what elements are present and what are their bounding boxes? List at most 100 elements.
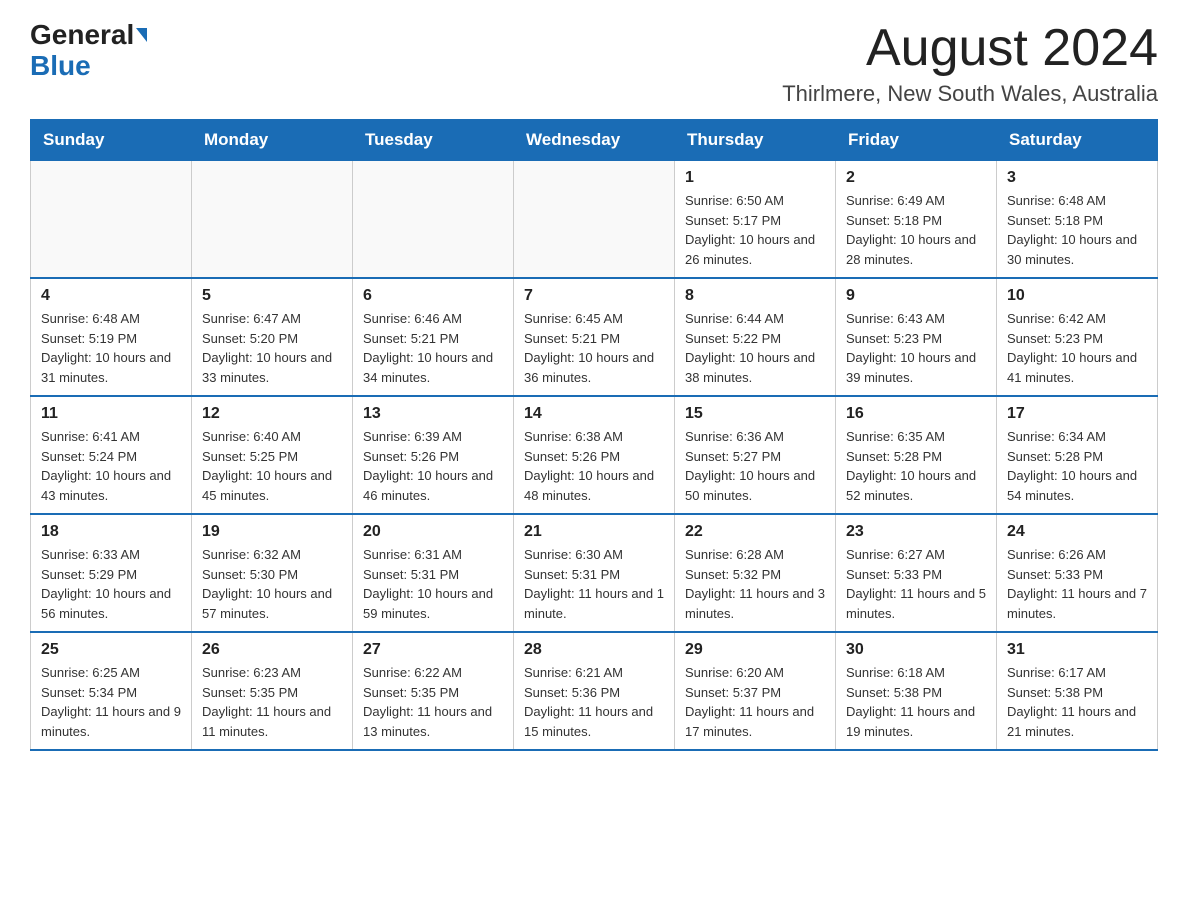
day-number: 20 (363, 523, 503, 541)
day-info: Sunrise: 6:46 AMSunset: 5:21 PMDaylight:… (363, 309, 503, 387)
calendar-week-row: 1 Sunrise: 6:50 AMSunset: 5:17 PMDaylight… (31, 161, 1158, 279)
calendar-cell: 4 Sunrise: 6:48 AMSunset: 5:19 PMDaylight… (31, 278, 192, 396)
calendar-week-row: 25 Sunrise: 6:25 AMSunset: 5:34 PMDayligh… (31, 632, 1158, 750)
day-info: Sunrise: 6:48 AMSunset: 5:19 PMDaylight:… (41, 309, 181, 387)
day-number: 19 (202, 523, 342, 541)
day-number: 24 (1007, 523, 1147, 541)
calendar-cell: 5Sunrise: 6:47 AMSunset: 5:20 PMDaylight… (192, 278, 353, 396)
day-info: Sunrise: 6:28 AMSunset: 5:32 PMDaylight:… (685, 545, 825, 623)
day-info: Sunrise: 6:30 AMSunset: 5:31 PMDaylight:… (524, 545, 664, 623)
calendar-cell: 9Sunrise: 6:43 AMSunset: 5:23 PMDaylight… (836, 278, 997, 396)
calendar-cell: 18 Sunrise: 6:33 AMSunset: 5:29 PMDayligh… (31, 514, 192, 632)
calendar-cell: 28 Sunrise: 6:21 AMSunset: 5:36 PMDayligh… (514, 632, 675, 750)
day-number: 1 (685, 169, 825, 187)
day-info: Sunrise: 6:26 AMSunset: 5:33 PMDaylight:… (1007, 545, 1147, 623)
day-info: Sunrise: 6:25 AMSunset: 5:34 PMDaylight:… (41, 663, 181, 741)
day-info: Sunrise: 6:48 AMSunset: 5:18 PMDaylight:… (1007, 191, 1147, 269)
day-info: Sunrise: 6:27 AMSunset: 5:33 PMDaylight:… (846, 545, 986, 623)
day-number: 22 (685, 523, 825, 541)
calendar-cell: 23Sunrise: 6:27 AMSunset: 5:33 PMDayligh… (836, 514, 997, 632)
calendar-cell: 14Sunrise: 6:38 AMSunset: 5:26 PMDayligh… (514, 396, 675, 514)
title-block: August 2024 Thirlmere, New South Wales, … (782, 20, 1158, 107)
day-info: Sunrise: 6:34 AMSunset: 5:28 PMDaylight:… (1007, 427, 1147, 505)
calendar-cell: 27Sunrise: 6:22 AMSunset: 5:35 PMDayligh… (353, 632, 514, 750)
day-info: Sunrise: 6:23 AMSunset: 5:35 PMDaylight:… (202, 663, 342, 741)
col-header-thursday: Thursday (675, 120, 836, 161)
day-info: Sunrise: 6:21 AMSunset: 5:36 PMDaylight:… (524, 663, 664, 741)
day-number: 28 (524, 641, 664, 659)
calendar-cell: 19 Sunrise: 6:32 AMSunset: 5:30 PMDayligh… (192, 514, 353, 632)
calendar-cell: 6 Sunrise: 6:46 AMSunset: 5:21 PMDaylight… (353, 278, 514, 396)
day-info: Sunrise: 6:40 AMSunset: 5:25 PMDaylight:… (202, 427, 342, 505)
day-number: 3 (1007, 169, 1147, 187)
calendar-header-row: SundayMondayTuesdayWednesdayThursdayFrid… (31, 120, 1158, 161)
logo-general-text: General (30, 20, 134, 51)
calendar-cell: 1 Sunrise: 6:50 AMSunset: 5:17 PMDaylight… (675, 161, 836, 279)
calendar-cell: 21 Sunrise: 6:30 AMSunset: 5:31 PMDayligh… (514, 514, 675, 632)
day-info: Sunrise: 6:31 AMSunset: 5:31 PMDaylight:… (363, 545, 503, 623)
day-number: 29 (685, 641, 825, 659)
calendar-cell: 8Sunrise: 6:44 AMSunset: 5:22 PMDaylight… (675, 278, 836, 396)
day-info: Sunrise: 6:22 AMSunset: 5:35 PMDaylight:… (363, 663, 503, 741)
day-number: 11 (41, 405, 181, 423)
calendar-cell (514, 161, 675, 279)
day-info: Sunrise: 6:47 AMSunset: 5:20 PMDaylight:… (202, 309, 342, 387)
day-info: Sunrise: 6:20 AMSunset: 5:37 PMDaylight:… (685, 663, 825, 741)
day-number: 31 (1007, 641, 1147, 659)
day-info: Sunrise: 6:49 AMSunset: 5:18 PMDaylight:… (846, 191, 986, 269)
day-number: 4 (41, 287, 181, 305)
calendar-cell: 3 Sunrise: 6:48 AMSunset: 5:18 PMDaylight… (997, 161, 1158, 279)
col-header-monday: Monday (192, 120, 353, 161)
day-info: Sunrise: 6:43 AMSunset: 5:23 PMDaylight:… (846, 309, 986, 387)
col-header-wednesday: Wednesday (514, 120, 675, 161)
day-number: 13 (363, 405, 503, 423)
day-number: 10 (1007, 287, 1147, 305)
day-info: Sunrise: 6:32 AMSunset: 5:30 PMDaylight:… (202, 545, 342, 623)
calendar-week-row: 4 Sunrise: 6:48 AMSunset: 5:19 PMDaylight… (31, 278, 1158, 396)
calendar-cell: 25 Sunrise: 6:25 AMSunset: 5:34 PMDayligh… (31, 632, 192, 750)
calendar-cell: 11Sunrise: 6:41 AMSunset: 5:24 PMDayligh… (31, 396, 192, 514)
calendar-cell: 30Sunrise: 6:18 AMSunset: 5:38 PMDayligh… (836, 632, 997, 750)
day-number: 21 (524, 523, 664, 541)
calendar-cell: 17 Sunrise: 6:34 AMSunset: 5:28 PMDayligh… (997, 396, 1158, 514)
day-number: 18 (41, 523, 181, 541)
day-number: 15 (685, 405, 825, 423)
page-header: General Blue August 2024 Thirlmere, New … (30, 20, 1158, 107)
calendar-cell: 31 Sunrise: 6:17 AMSunset: 5:38 PMDayligh… (997, 632, 1158, 750)
calendar-cell: 7 Sunrise: 6:45 AMSunset: 5:21 PMDaylight… (514, 278, 675, 396)
day-info: Sunrise: 6:35 AMSunset: 5:28 PMDaylight:… (846, 427, 986, 505)
day-number: 30 (846, 641, 986, 659)
day-number: 12 (202, 405, 342, 423)
day-number: 17 (1007, 405, 1147, 423)
day-info: Sunrise: 6:17 AMSunset: 5:38 PMDaylight:… (1007, 663, 1147, 741)
calendar-week-row: 11Sunrise: 6:41 AMSunset: 5:24 PMDayligh… (31, 396, 1158, 514)
calendar-cell (31, 161, 192, 279)
col-header-tuesday: Tuesday (353, 120, 514, 161)
calendar-cell: 10 Sunrise: 6:42 AMSunset: 5:23 PMDayligh… (997, 278, 1158, 396)
calendar-week-row: 18 Sunrise: 6:33 AMSunset: 5:29 PMDayligh… (31, 514, 1158, 632)
col-header-friday: Friday (836, 120, 997, 161)
day-info: Sunrise: 6:45 AMSunset: 5:21 PMDaylight:… (524, 309, 664, 387)
month-title: August 2024 (782, 20, 1158, 77)
calendar-cell: 13 Sunrise: 6:39 AMSunset: 5:26 PMDayligh… (353, 396, 514, 514)
logo-blue-text: Blue (30, 51, 91, 82)
col-header-sunday: Sunday (31, 120, 192, 161)
calendar-cell: 2 Sunrise: 6:49 AMSunset: 5:18 PMDaylight… (836, 161, 997, 279)
day-info: Sunrise: 6:42 AMSunset: 5:23 PMDaylight:… (1007, 309, 1147, 387)
calendar-cell: 24 Sunrise: 6:26 AMSunset: 5:33 PMDayligh… (997, 514, 1158, 632)
calendar-cell: 29 Sunrise: 6:20 AMSunset: 5:37 PMDayligh… (675, 632, 836, 750)
calendar-cell: 20 Sunrise: 6:31 AMSunset: 5:31 PMDayligh… (353, 514, 514, 632)
day-info: Sunrise: 6:39 AMSunset: 5:26 PMDaylight:… (363, 427, 503, 505)
day-number: 25 (41, 641, 181, 659)
calendar-cell: 22 Sunrise: 6:28 AMSunset: 5:32 PMDayligh… (675, 514, 836, 632)
location-title: Thirlmere, New South Wales, Australia (782, 81, 1158, 107)
day-number: 7 (524, 287, 664, 305)
day-number: 2 (846, 169, 986, 187)
calendar-cell: 16 Sunrise: 6:35 AMSunset: 5:28 PMDayligh… (836, 396, 997, 514)
day-info: Sunrise: 6:50 AMSunset: 5:17 PMDaylight:… (685, 191, 825, 269)
day-info: Sunrise: 6:33 AMSunset: 5:29 PMDaylight:… (41, 545, 181, 623)
calendar-cell (353, 161, 514, 279)
day-info: Sunrise: 6:38 AMSunset: 5:26 PMDaylight:… (524, 427, 664, 505)
day-number: 6 (363, 287, 503, 305)
day-number: 16 (846, 405, 986, 423)
